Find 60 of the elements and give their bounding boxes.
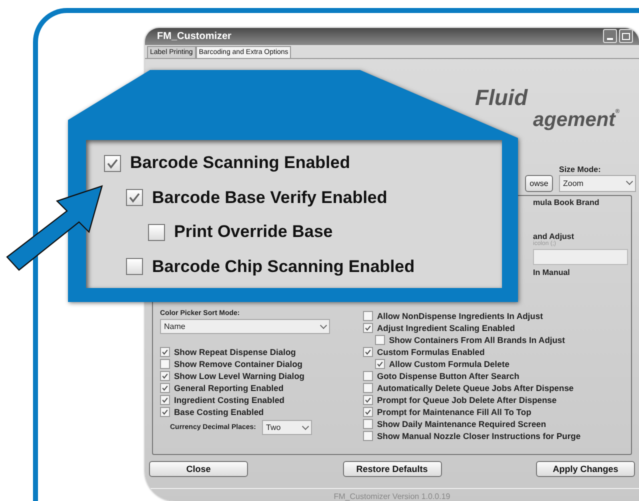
action-button[interactable]: Close [149, 461, 248, 478]
checkbox-label: Barcode Chip Scanning Enabled [152, 256, 415, 277]
maximize-icon[interactable] [619, 29, 633, 44]
input-field[interactable] [533, 249, 628, 266]
checkbox[interactable] [363, 431, 373, 442]
sort-mode-dropdown[interactable]: Name [160, 319, 330, 334]
checkbox[interactable] [363, 407, 373, 418]
window-title: FM_Customizer [157, 30, 232, 42]
checkbox[interactable] [363, 419, 373, 430]
logo-text: agement [533, 108, 616, 131]
checkbox-label: Show Daily Maintenance Required Screen [377, 419, 546, 430]
checkbox-label: Barcode Scanning Enabled [130, 153, 350, 174]
checkbox[interactable] [363, 395, 373, 406]
checkbox-label: Barcode Base Verify Enabled [152, 188, 388, 208]
checkbox[interactable] [160, 395, 170, 406]
checkbox[interactable] [160, 383, 170, 394]
manual-label: In Manual [533, 268, 571, 278]
checkbox[interactable] [363, 311, 373, 322]
checkbox-label: Prompt for Queue Job Delete After Dispense [377, 395, 557, 406]
checkbox-label: Show Repeat Dispense Dialog [174, 347, 296, 358]
checkbox[interactable] [363, 383, 373, 394]
checkbox-label: Show Manual Nozzle Closer Instructions for Purge [377, 431, 581, 442]
checkbox-label: General Reporting Enabled [174, 383, 284, 394]
checkbox[interactable] [126, 258, 143, 276]
checkbox-label: Adjust Ingredient Scaling Enabled [377, 323, 515, 334]
checkbox-label: Automatically Delete Queue Jobs After Dispense [377, 383, 574, 394]
checkbox[interactable] [375, 335, 385, 346]
checkbox-label: Show Containers From All Brands In Adjust [389, 335, 565, 346]
checkbox[interactable] [363, 323, 373, 334]
checkbox-label: Allow NonDispense Ingredients In Adjust [377, 311, 543, 322]
checkbox-label: Ingredient Costing Enabled [174, 395, 285, 406]
brand-label: mula Book Brand [533, 198, 600, 208]
checkbox[interactable] [375, 359, 385, 370]
checkbox-label: Prompt for Maintenance Fill All To Top [377, 407, 532, 418]
currency-dropdown[interactable]: Two [262, 420, 312, 436]
checkbox[interactable] [148, 224, 165, 241]
checkbox-label: Print Override Base [174, 222, 333, 242]
version-text: FM_Customizer Version 1.0.0.19 [145, 488, 639, 501]
checkbox[interactable] [160, 371, 170, 382]
checkbox[interactable] [160, 407, 170, 418]
checkbox-label: Allow Custom Formula Delete [389, 359, 510, 370]
checkbox[interactable] [363, 371, 373, 382]
checkbox[interactable] [160, 359, 170, 370]
size-mode-label: Size Mode: [559, 164, 602, 174]
action-button[interactable]: Restore Defaults [342, 461, 442, 478]
checkbox[interactable] [104, 154, 121, 172]
minimize-icon[interactable] [603, 29, 617, 44]
size-mode-dropdown[interactable]: Zoom [559, 174, 636, 192]
checkbox-label: Show Remove Container Dialog [174, 359, 302, 370]
action-button[interactable]: Apply Changes [536, 461, 635, 478]
checkbox[interactable] [363, 347, 373, 358]
checkbox-label: Goto Dispense Button After Search [377, 371, 520, 382]
checkbox-label: Custom Formulas Enabled [377, 347, 485, 358]
checkbox[interactable] [126, 189, 143, 206]
checkbox-label: Show Low Level Warning Dialog [174, 371, 304, 382]
checkbox-label: Base Costing Enabled [174, 407, 264, 418]
adjust-label: and Adjust [533, 232, 576, 242]
logo-text: Fluid [475, 86, 529, 109]
browse-button[interactable]: owse [525, 174, 553, 192]
checkbox[interactable] [160, 347, 170, 358]
